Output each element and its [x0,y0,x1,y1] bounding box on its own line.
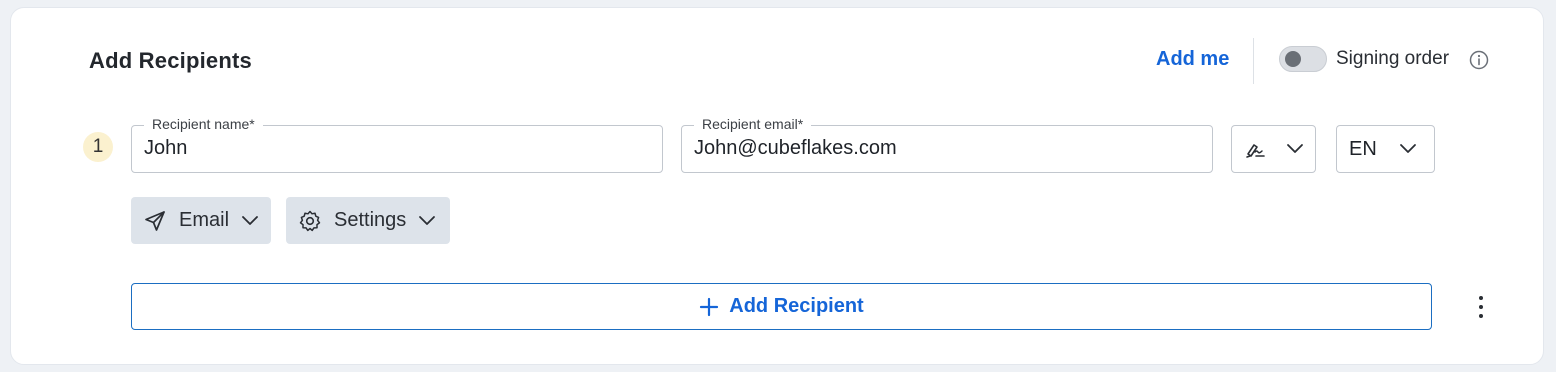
signing-order-label: Signing order [1336,48,1450,69]
chevron-down-icon [1399,144,1416,153]
toggle-knob [1285,51,1301,67]
send-icon [145,210,165,231]
recipient-name-input[interactable] [144,137,650,160]
recipient-name-field[interactable]: Recipient name* [131,115,663,173]
pen-signature-icon [1246,144,1265,158]
gear-icon [299,210,321,231]
recipient-email-input[interactable] [694,137,1200,160]
recipient-name-label: Recipient name* [144,115,263,133]
settings-label: Settings [334,209,407,231]
add-recipients-card: Add Recipients Add me Signing order 1 Re… [10,7,1544,365]
add-me-link[interactable]: Add me [1156,48,1229,71]
plus-icon [700,297,719,316]
add-recipient-label: Add Recipient [729,295,864,317]
recipient-settings-button[interactable]: Settings [286,197,450,244]
chevron-down-icon [419,215,436,225]
signature-type-dropdown[interactable] [1231,125,1316,173]
recipient-email-label: Recipient email* [694,115,812,133]
language-dropdown[interactable]: EN [1336,125,1435,173]
signing-order-toggle[interactable] [1279,46,1327,72]
delivery-method-button[interactable]: Email [131,197,271,244]
delivery-method-label: Email [179,209,230,231]
chevron-down-icon [1287,144,1303,153]
language-value: EN [1349,137,1377,160]
header-divider [1253,38,1254,84]
section-title: Add Recipients [89,48,252,73]
more-options-icon[interactable] [1474,293,1488,321]
info-icon[interactable] [1469,50,1489,70]
add-recipient-button[interactable]: Add Recipient [131,283,1432,330]
recipient-number-badge: 1 [83,132,113,162]
chevron-down-icon [242,215,258,225]
recipient-email-field[interactable]: Recipient email* [681,115,1213,173]
